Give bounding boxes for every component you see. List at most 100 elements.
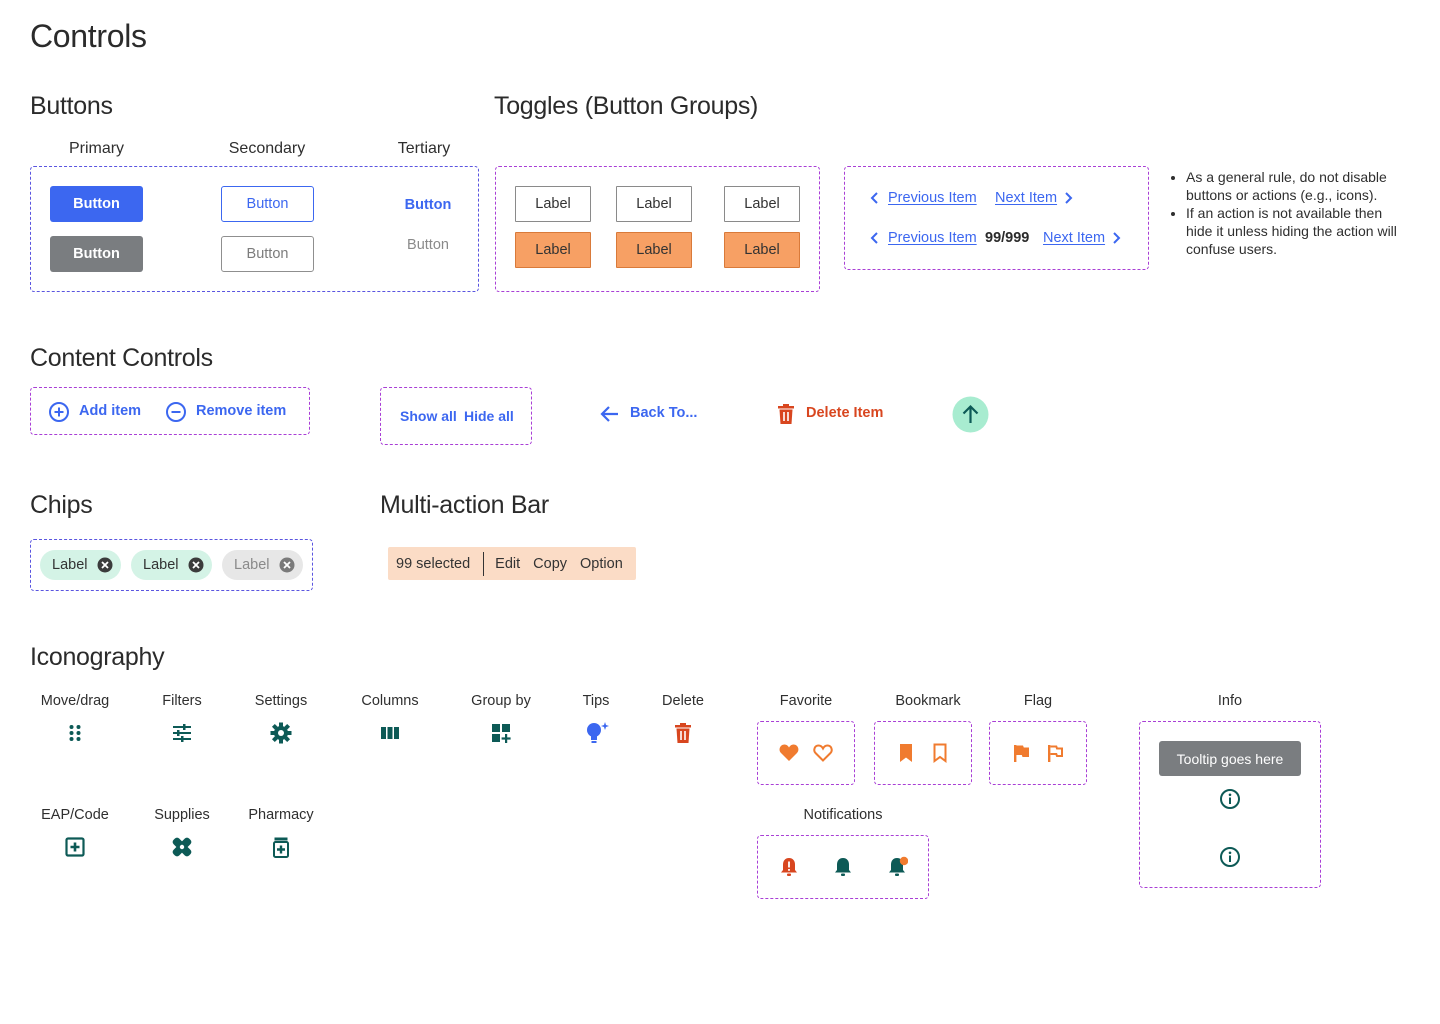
toggles-panel <box>495 166 820 292</box>
chevron-right-icon[interactable] <box>1110 231 1122 245</box>
trash-icon <box>675 723 691 743</box>
item-count: 99/999 <box>985 230 1030 246</box>
primary-button[interactable]: Button <box>50 186 143 222</box>
chip-label: Label <box>52 557 88 573</box>
chip-label: Label <box>234 557 270 573</box>
delete-item-button[interactable]: Delete Item <box>806 405 883 421</box>
arrow-left-icon[interactable] <box>599 404 621 424</box>
primary-column-heading: Primary <box>68 140 125 157</box>
toggle-option-3[interactable]: Label <box>724 186 800 222</box>
flag-filled-icon[interactable] <box>1010 742 1032 764</box>
tertiary-column-heading: Tertiary <box>397 140 451 157</box>
pharmacy-label: Pharmacy <box>248 807 314 823</box>
move-drag-label: Move/drag <box>40 693 110 709</box>
chip[interactable]: Label <box>131 550 212 580</box>
flag-panel <box>989 721 1087 785</box>
next-item-link[interactable]: Next Item <box>1043 230 1105 246</box>
chevron-left-icon[interactable] <box>869 191 881 205</box>
settings-label: Settings <box>254 693 308 709</box>
next-item-link[interactable]: Next Item <box>995 190 1057 206</box>
favorite-label: Favorite <box>779 693 833 709</box>
copy-action[interactable]: Copy <box>533 556 567 572</box>
close-icon[interactable] <box>97 557 113 573</box>
add-circle-icon[interactable] <box>48 401 70 423</box>
eap-code-label: EAP/Code <box>41 807 109 823</box>
notifications-label: Notifications <box>803 807 883 823</box>
guidance-item: As a general rule, do not disable button… <box>1186 168 1412 204</box>
close-icon[interactable] <box>188 557 204 573</box>
guidance-list: As a general rule, do not disable button… <box>1172 168 1412 258</box>
columns-icon <box>381 727 399 739</box>
lightbulb-icon <box>587 722 609 743</box>
multi-action-bar: 99 selected Edit Copy Option <box>388 547 636 580</box>
divider <box>483 551 485 576</box>
toggles-section-title: Toggles (Button Groups) <box>494 92 759 120</box>
chips-section-title: Chips <box>30 491 93 519</box>
buttons-section-title: Buttons <box>30 92 113 120</box>
secondary-button[interactable]: Button <box>221 186 314 222</box>
medical-code-icon <box>65 837 85 857</box>
selection-count: 99 selected <box>396 555 471 572</box>
flag-label: Flag <box>1023 693 1053 709</box>
toggle-option-selected-3[interactable]: Label <box>724 232 800 268</box>
toggle-option-selected-1[interactable]: Label <box>515 232 591 268</box>
chip-label: Label <box>143 557 179 573</box>
tertiary-button[interactable]: Button <box>394 194 462 216</box>
filters-label: Filters <box>162 693 202 709</box>
chip[interactable]: Label <box>40 550 121 580</box>
favorite-panel <box>757 721 855 785</box>
columns-label: Columns <box>361 693 419 709</box>
remove-circle-icon[interactable] <box>165 401 187 423</box>
secondary-column-heading: Secondary <box>228 140 306 157</box>
supplies-label: Supplies <box>154 807 210 823</box>
chevron-left-icon[interactable] <box>869 231 881 245</box>
secondary-button-disabled[interactable]: Button <box>221 236 314 272</box>
previous-item-link[interactable]: Previous Item <box>888 190 977 206</box>
filters-icon <box>173 724 191 742</box>
tips-label: Tips <box>582 693 610 709</box>
bell-icon[interactable] <box>832 856 854 878</box>
back-to-link[interactable]: Back To... <box>630 405 697 421</box>
bell-unread-icon[interactable] <box>886 856 908 878</box>
buttons-panel <box>30 166 479 292</box>
bookmark-filled-icon[interactable] <box>895 742 917 764</box>
edit-action[interactable]: Edit <box>495 556 520 572</box>
close-icon[interactable] <box>279 557 295 573</box>
info-icon[interactable] <box>1219 846 1241 868</box>
chevron-right-icon[interactable] <box>1062 191 1074 205</box>
add-item-button[interactable]: Add item <box>79 403 141 419</box>
multi-action-title: Multi-action Bar <box>380 491 549 519</box>
scroll-to-top-button[interactable] <box>952 396 989 433</box>
bookmark-label: Bookmark <box>895 693 961 709</box>
trash-icon[interactable] <box>776 403 796 425</box>
bell-alert-icon[interactable] <box>778 856 800 878</box>
iconography-title: Iconography <box>30 643 165 671</box>
gear-icon <box>270 722 292 744</box>
heart-outline-icon[interactable] <box>812 742 834 764</box>
toggle-option-1[interactable]: Label <box>515 186 591 222</box>
pager-panel <box>844 166 1149 270</box>
tertiary-button-disabled[interactable]: Button <box>394 234 462 256</box>
drag-handle-icon <box>69 725 81 741</box>
toggle-option-selected-2[interactable]: Label <box>616 232 692 268</box>
bandage-icon <box>172 837 192 857</box>
show-all-link[interactable]: Show all <box>400 408 457 424</box>
info-label: Info <box>1217 693 1243 709</box>
primary-button-disabled[interactable]: Button <box>50 236 143 272</box>
chip-disabled[interactable]: Label <box>222 550 303 580</box>
remove-item-button[interactable]: Remove item <box>196 403 286 419</box>
info-icon[interactable] <box>1219 788 1241 810</box>
bookmark-outline-icon[interactable] <box>929 742 951 764</box>
option-action[interactable]: Option <box>580 556 623 572</box>
group-by-icon <box>492 724 511 743</box>
previous-item-link[interactable]: Previous Item <box>888 230 977 246</box>
toggle-option-2[interactable]: Label <box>616 186 692 222</box>
hide-all-link[interactable]: Hide all <box>464 408 514 424</box>
bookmark-panel <box>874 721 972 785</box>
tooltip: Tooltip goes here <box>1159 741 1301 776</box>
flag-outline-icon[interactable] <box>1044 742 1066 764</box>
pharmacy-icon <box>273 837 289 858</box>
heart-filled-icon[interactable] <box>778 742 800 764</box>
content-controls-title: Content Controls <box>30 344 213 372</box>
group-by-label: Group by <box>471 693 531 709</box>
